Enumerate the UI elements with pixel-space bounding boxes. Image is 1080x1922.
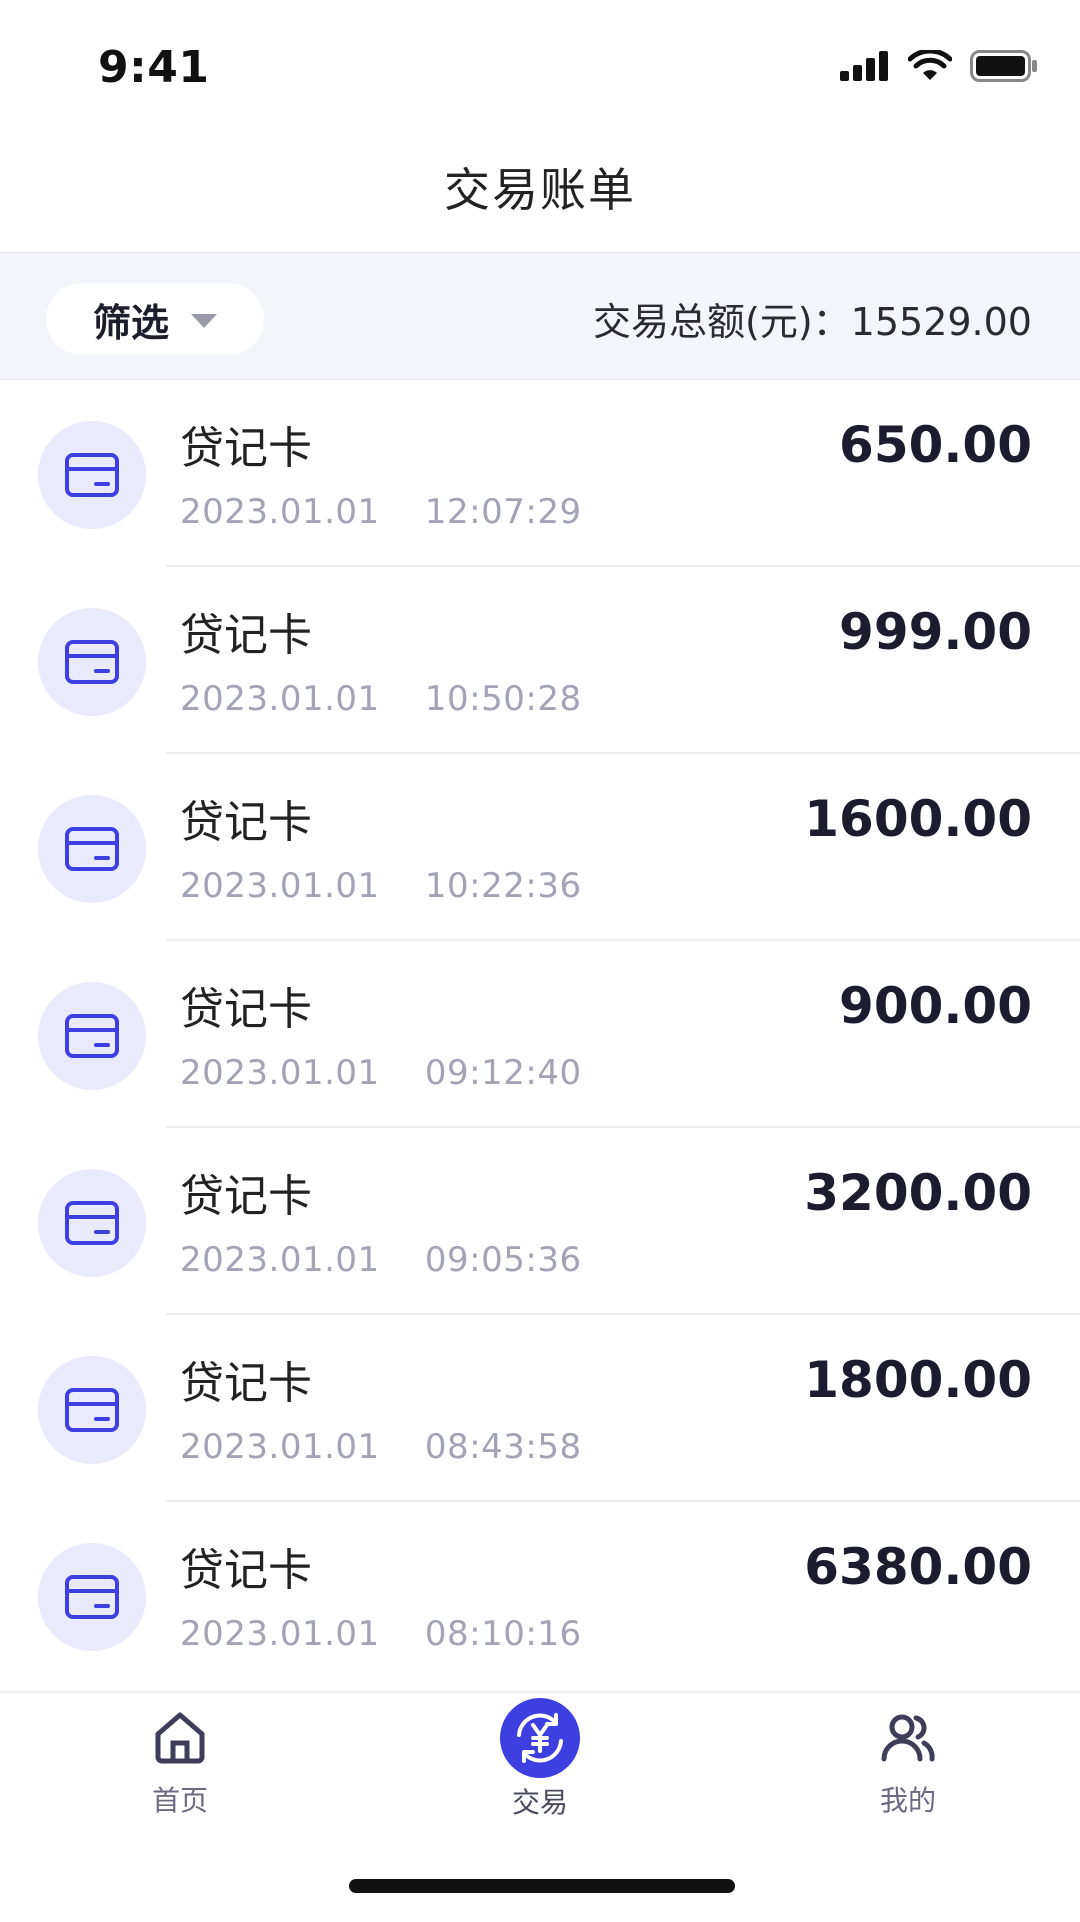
transaction-row[interactable]: 贷记卡 2023.01.01 10:50:28 999.00 (0, 567, 1080, 754)
transaction-row[interactable]: 贷记卡 2023.01.01 09:12:40 900.00 (0, 941, 1080, 1128)
status-time: 9:41 (98, 42, 210, 93)
tab-mine[interactable]: 我的 (808, 1707, 1008, 1819)
transaction-name: 贷记卡 (180, 1358, 312, 1409)
filter-label: 筛选 (92, 300, 169, 345)
total-value: 15529.00 (850, 300, 1032, 344)
transaction-amount: 999.00 (839, 603, 1032, 661)
caret-down-icon (191, 314, 217, 328)
transaction-datetime: 2023.01.01 08:43:58 (180, 1427, 582, 1467)
transaction-datetime: 2023.01.01 09:05:36 (180, 1240, 582, 1280)
card-icon-badge (38, 421, 146, 529)
transaction-name: 贷记卡 (180, 610, 312, 661)
transaction-name: 贷记卡 (180, 984, 312, 1035)
yuan-exchange-icon (500, 1698, 580, 1778)
tab-mine-label: 我的 (879, 1784, 936, 1817)
transaction-amount: 1600.00 (804, 790, 1032, 848)
card-icon-badge (38, 1169, 146, 1277)
transaction-name: 贷记卡 (180, 797, 312, 848)
card-icon-badge (38, 608, 146, 716)
card-icon (65, 1014, 119, 1058)
card-icon (65, 1388, 119, 1432)
card-icon-badge (38, 1543, 146, 1651)
total-amount: 交易总额(元)：15529.00 (593, 291, 1032, 346)
transaction-row[interactable]: 贷记卡 2023.01.01 12:07:29 650.00 (0, 380, 1080, 567)
status-icons (840, 50, 1038, 82)
card-icon (65, 453, 119, 497)
transaction-name: 贷记卡 (180, 1545, 312, 1596)
filter-button[interactable]: 筛选 (46, 283, 264, 355)
transaction-datetime: 2023.01.01 08:10:16 (180, 1614, 582, 1654)
transaction-row[interactable]: 贷记卡 2023.01.01 10:22:36 1600.00 (0, 754, 1080, 941)
card-icon (65, 1201, 119, 1245)
tab-home-label: 首页 (151, 1784, 208, 1817)
users-icon (881, 1714, 935, 1762)
card-icon (65, 827, 119, 871)
transaction-amount: 3200.00 (804, 1164, 1032, 1222)
tab-transactions[interactable]: 交易 (440, 1698, 640, 1821)
card-icon (65, 640, 119, 684)
card-icon-badge (38, 982, 146, 1090)
tab-home[interactable]: 首页 (80, 1707, 280, 1819)
wifi-icon (908, 50, 952, 80)
status-bar: 9:41 (0, 0, 1080, 130)
transaction-list: 贷记卡 2023.01.01 12:07:29 650.00 贷记卡 2023.… (0, 380, 1080, 1689)
battery-icon (970, 50, 1037, 82)
transaction-datetime: 2023.01.01 10:22:36 (180, 866, 582, 906)
transaction-datetime: 2023.01.01 12:07:29 (180, 492, 582, 532)
page-title: 交易账单 (444, 163, 636, 217)
transaction-amount: 1800.00 (804, 1351, 1032, 1409)
card-icon-badge (38, 795, 146, 903)
transaction-amount: 900.00 (839, 977, 1032, 1035)
total-label: 交易总额(元)： (593, 300, 851, 344)
transaction-name: 贷记卡 (180, 1171, 312, 1222)
signal-icon (840, 51, 888, 81)
transaction-datetime: 2023.01.01 10:50:28 (180, 679, 582, 719)
tab-transactions-label: 交易 (511, 1786, 568, 1819)
card-icon-badge (38, 1356, 146, 1464)
card-icon (65, 1575, 119, 1619)
filter-bar: 筛选 交易总额(元)：15529.00 (0, 253, 1080, 380)
home-icon (155, 1712, 205, 1764)
transaction-row[interactable]: 贷记卡 2023.01.01 08:10:16 6380.00 (0, 1502, 1080, 1689)
transaction-row[interactable]: 贷记卡 2023.01.01 08:43:58 1800.00 (0, 1315, 1080, 1502)
navigation-bar: 交易账单 (0, 130, 1080, 253)
transaction-amount: 6380.00 (804, 1538, 1032, 1596)
transaction-amount: 650.00 (839, 416, 1032, 474)
transaction-name: 贷记卡 (180, 423, 312, 474)
home-indicator (349, 1879, 735, 1893)
transaction-row[interactable]: 贷记卡 2023.01.01 09:05:36 3200.00 (0, 1128, 1080, 1315)
transaction-datetime: 2023.01.01 09:12:40 (180, 1053, 582, 1093)
